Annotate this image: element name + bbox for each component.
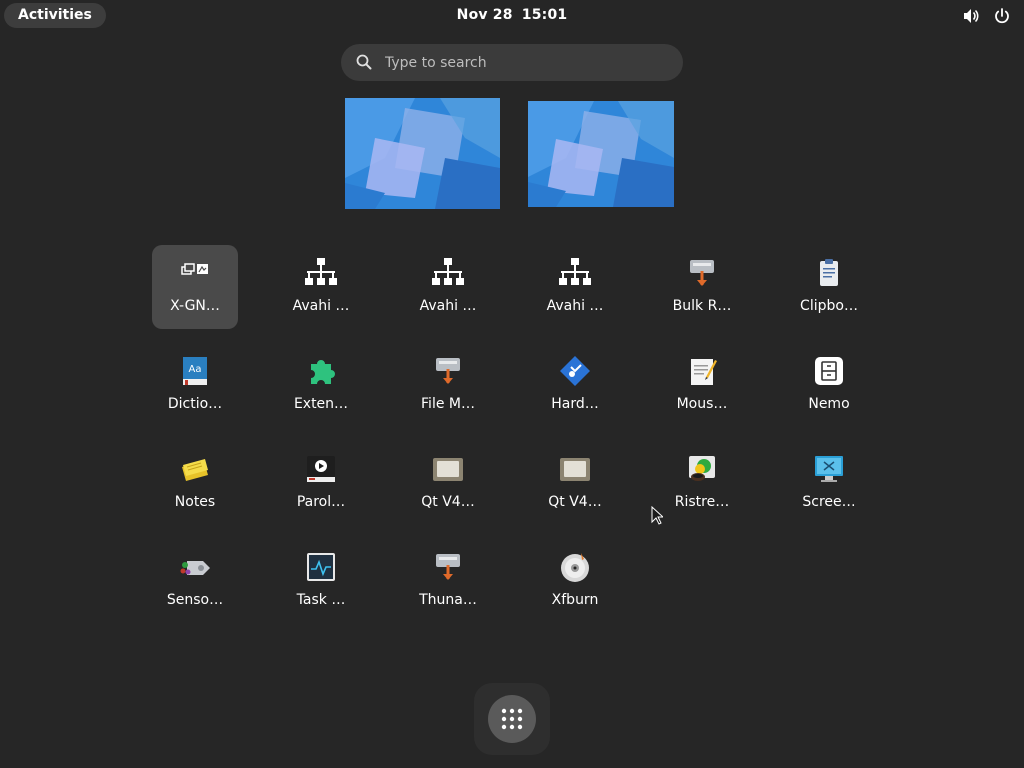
clipboard-icon bbox=[813, 257, 845, 289]
app-tile-nemo[interactable]: Nemo bbox=[786, 343, 872, 427]
app-tile-avahi-2[interactable]: Avahi … bbox=[405, 245, 491, 329]
app-label: Thuna… bbox=[419, 592, 477, 608]
app-label: Dictio… bbox=[167, 396, 223, 412]
app-tile-parole[interactable]: Parol… bbox=[278, 441, 364, 525]
extensions-icon bbox=[305, 355, 337, 387]
thunar-icon bbox=[432, 551, 464, 583]
app-tile-dictionary[interactable]: Aa Dictio… bbox=[152, 343, 238, 427]
volume-icon[interactable] bbox=[963, 8, 980, 24]
app-tile-bulk-rename[interactable]: Bulk R… bbox=[659, 245, 745, 329]
workspace-thumbnail-1[interactable] bbox=[345, 98, 500, 209]
qt-v4l-icon bbox=[559, 453, 591, 485]
svg-text:Aa: Aa bbox=[189, 364, 202, 375]
xfburn-icon bbox=[559, 551, 591, 583]
search-input[interactable] bbox=[383, 50, 667, 76]
app-tile-clipboard[interactable]: Clipbo… bbox=[786, 245, 872, 329]
app-label: Qt V4… bbox=[548, 494, 602, 510]
app-label: Avahi … bbox=[292, 298, 350, 314]
app-tile-notes[interactable]: Notes bbox=[152, 441, 238, 525]
app-label: Clipbo… bbox=[800, 298, 858, 314]
sensors-icon bbox=[179, 551, 211, 583]
bulk-rename-icon bbox=[686, 257, 718, 289]
app-label: Avahi … bbox=[419, 298, 477, 314]
app-label: X-GN… bbox=[170, 298, 220, 314]
app-tile-qt-v4l-1[interactable]: Qt V4… bbox=[405, 441, 491, 525]
app-tile-screensaver[interactable]: Scree… bbox=[786, 441, 872, 525]
clock[interactable]: Nov 28 15:01 bbox=[0, 7, 1024, 23]
app-label: Qt V4… bbox=[421, 494, 475, 510]
app-tile-thunar[interactable]: Thuna… bbox=[405, 539, 491, 623]
workspace-thumbnail-2[interactable] bbox=[528, 101, 674, 207]
app-label: Senso… bbox=[166, 592, 224, 608]
parole-icon bbox=[305, 453, 337, 485]
app-tile-avahi-1[interactable]: Avahi … bbox=[278, 245, 364, 329]
notes-icon bbox=[179, 453, 211, 485]
app-label: Parol… bbox=[296, 494, 346, 510]
app-label: Ristre… bbox=[674, 494, 730, 510]
clock-time: 15:01 bbox=[521, 7, 568, 23]
app-label: Mous… bbox=[676, 396, 728, 412]
top-bar: Activities Nov 28 15:01 bbox=[0, 0, 1024, 31]
clock-date: Nov 28 bbox=[456, 7, 513, 23]
app-tile-qt-v4l-2[interactable]: Qt V4… bbox=[532, 441, 618, 525]
app-tile-mousepad[interactable]: Mous… bbox=[659, 343, 745, 427]
app-label: File M… bbox=[421, 396, 475, 412]
ristretto-icon bbox=[686, 453, 718, 485]
app-tile-xfburn[interactable]: Xfburn bbox=[532, 539, 618, 623]
app-label: Avahi … bbox=[546, 298, 604, 314]
network-icon bbox=[559, 257, 591, 289]
app-label: Exten… bbox=[293, 396, 349, 412]
app-label: Scree… bbox=[802, 494, 856, 510]
app-label: Notes bbox=[174, 494, 216, 510]
system-menu[interactable] bbox=[963, 8, 1010, 24]
qt-v4l-icon bbox=[432, 453, 464, 485]
hardinfo-icon bbox=[559, 355, 591, 387]
power-icon[interactable] bbox=[994, 8, 1010, 24]
app-tile-hardinfo[interactable]: Hard… bbox=[532, 343, 618, 427]
search-bar[interactable] bbox=[341, 44, 683, 81]
screensaver-icon bbox=[813, 453, 845, 485]
task-manager-icon bbox=[305, 551, 337, 583]
dictionary-icon: Aa bbox=[179, 355, 211, 387]
app-label: Xfburn bbox=[551, 592, 599, 608]
app-tile-extensions[interactable]: Exten… bbox=[278, 343, 364, 427]
app-tile-sensors[interactable]: Senso… bbox=[152, 539, 238, 623]
app-label: Task … bbox=[296, 592, 346, 608]
show-apps-button[interactable] bbox=[488, 695, 536, 743]
app-tile-avahi-3[interactable]: Avahi … bbox=[532, 245, 618, 329]
app-label: Nemo bbox=[808, 396, 850, 412]
app-tile-task-manager[interactable]: Task … bbox=[278, 539, 364, 623]
app-tile-ristretto[interactable]: Ristre… bbox=[659, 441, 745, 525]
network-icon bbox=[305, 257, 337, 289]
app-grid-icon bbox=[501, 708, 523, 730]
app-tile-xgnome[interactable]: X-GN… bbox=[152, 245, 238, 329]
app-label: Hard… bbox=[551, 396, 599, 412]
mouse-cursor bbox=[651, 505, 665, 529]
app-tile-file-manager[interactable]: File M… bbox=[405, 343, 491, 427]
network-icon bbox=[432, 257, 464, 289]
file-manager-icon bbox=[432, 355, 464, 387]
mousepad-icon bbox=[686, 355, 718, 387]
app-label: Bulk R… bbox=[672, 298, 732, 314]
dash bbox=[474, 683, 550, 755]
search-icon bbox=[356, 54, 372, 74]
xgnome-icon bbox=[179, 257, 211, 289]
nemo-icon bbox=[813, 355, 845, 387]
